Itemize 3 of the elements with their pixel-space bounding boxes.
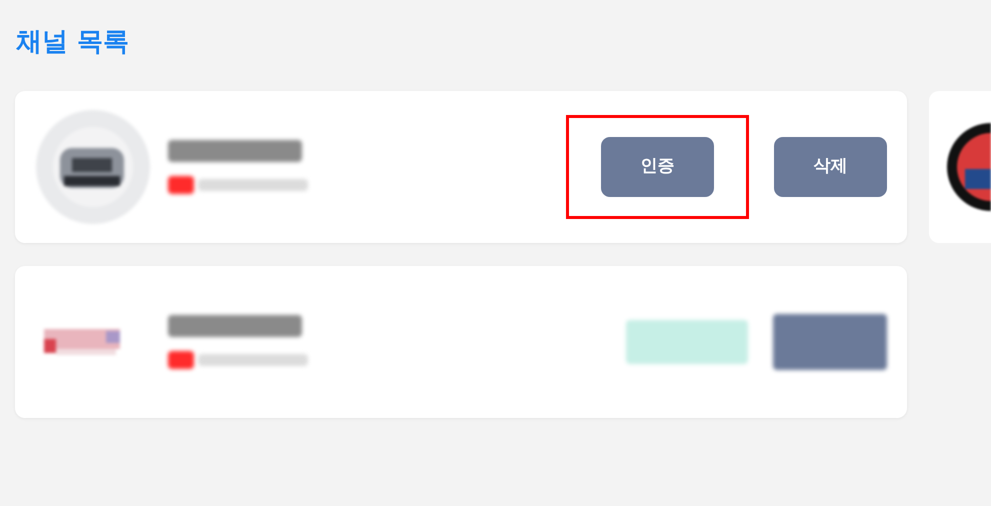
channel-button[interactable]: 인증 (601, 137, 714, 197)
page-title: 채널 목록 (16, 26, 130, 59)
channel-button[interactable]: 삭제 (774, 137, 887, 197)
